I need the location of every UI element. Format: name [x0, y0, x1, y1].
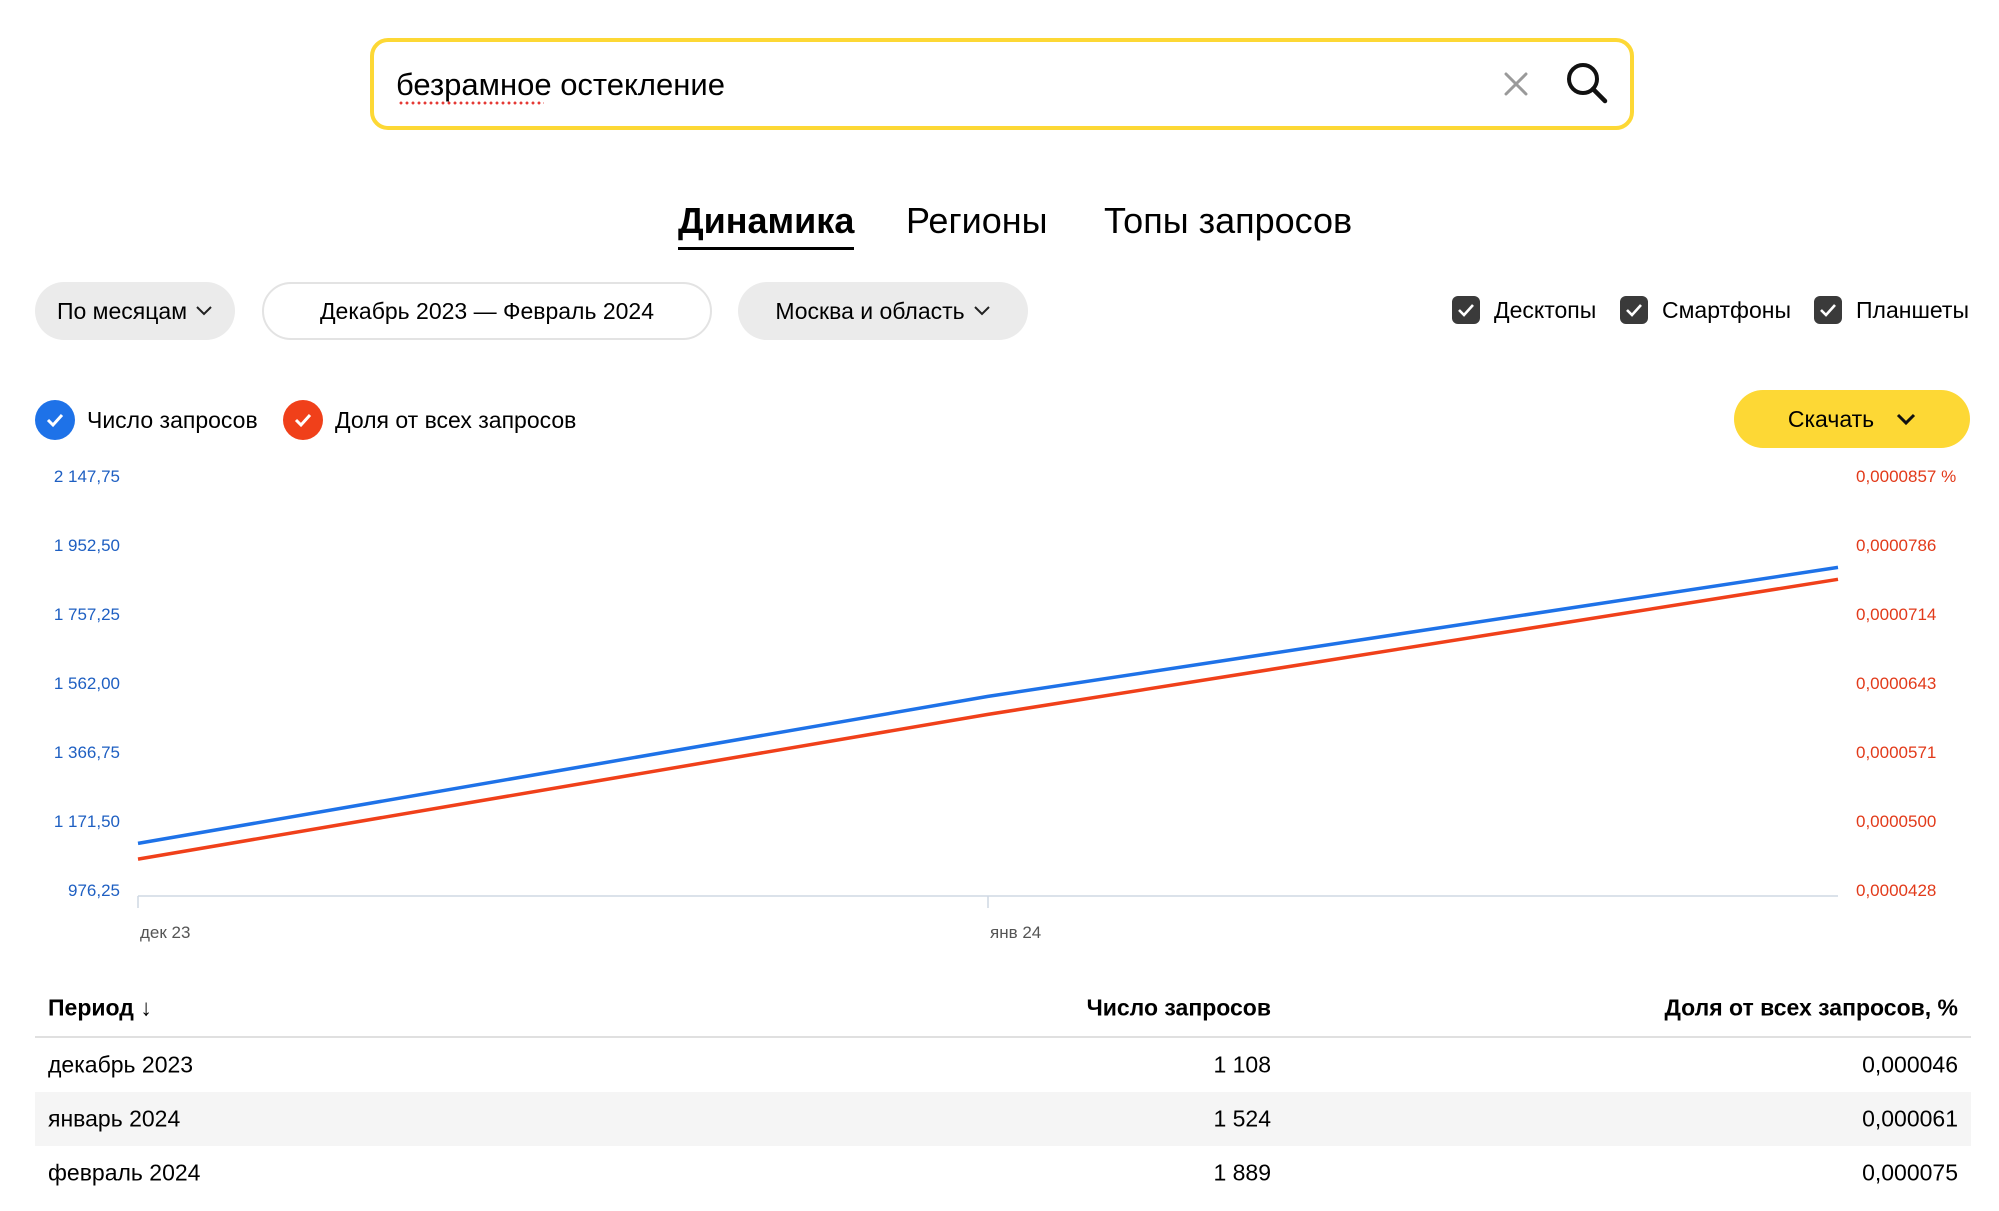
device-checkbox-smartphone[interactable]: Смартфоны — [1620, 296, 1791, 324]
cell-period: январь 2024 — [48, 1105, 181, 1132]
legend-share-toggle[interactable]: Доля от всех запросов — [283, 400, 576, 440]
y-left-tick-label: 1 366,75 — [54, 743, 120, 762]
device-checkbox-desktop[interactable]: Десктопы — [1452, 296, 1596, 324]
device-label: Смартфоны — [1662, 296, 1791, 323]
region-label: Москва и область — [775, 297, 965, 324]
cell-period: декабрь 2023 — [48, 1051, 194, 1078]
region-dropdown[interactable]: Москва и область — [738, 282, 1028, 340]
y-left-tick-label: 976,25 — [68, 881, 120, 900]
checkbox-checked-icon — [1814, 296, 1842, 324]
download-button[interactable]: Скачать — [1734, 390, 1970, 448]
y-right-tick-label: 0,0000786 — [1856, 536, 1936, 555]
search-input[interactable] — [396, 64, 1456, 106]
header-period[interactable]: Период ↓ — [48, 995, 152, 1022]
y-left-tick-label: 1 171,50 — [54, 812, 120, 831]
series-line-share — [137, 577, 1839, 861]
y-left-tick-label: 2 147,75 — [54, 467, 120, 486]
tab-top-queries[interactable]: Топы запросов — [1104, 200, 1352, 242]
grouping-dropdown[interactable]: По месяцам — [35, 282, 235, 340]
series-line-queries — [137, 565, 1839, 846]
cell-share: 0,000061 — [1862, 1105, 1958, 1132]
chevron-down-icon — [196, 306, 212, 316]
grouping-label: По месяцам — [56, 297, 188, 324]
tab-regions[interactable]: Регионы — [906, 200, 1047, 242]
checkbox-checked-icon — [1620, 296, 1648, 324]
check-circle-icon — [283, 400, 323, 440]
search-icon[interactable] — [1562, 58, 1612, 108]
y-right-tick-label: 0,0000500 — [1856, 812, 1936, 831]
table-row: февраль 2024 1 889 0,000075 — [35, 1146, 1971, 1200]
table-row: декабрь 2023 1 108 0,000046 — [35, 1038, 1971, 1092]
cell-share: 0,000046 — [1862, 1051, 1958, 1078]
check-circle-icon — [35, 400, 75, 440]
table-header: Период ↓ Число запросов Доля от всех зап… — [35, 980, 1971, 1038]
y-left-tick-label: 1 952,50 — [54, 536, 120, 555]
search-bar — [370, 38, 1634, 130]
tab-top-queries-label: Топы запросов — [1104, 200, 1353, 241]
x-tick-label: янв 24 — [990, 923, 1041, 942]
tab-dynamics-label: Динамика — [678, 200, 855, 241]
y-right-tick-label: 0,0000857 % — [1856, 467, 1956, 486]
download-label: Скачать — [1787, 405, 1875, 432]
x-tick-label: дек 23 — [140, 923, 190, 942]
y-left-tick-label: 1 757,25 — [54, 605, 120, 624]
header-share[interactable]: Доля от всех запросов, % — [1664, 995, 1958, 1022]
active-tab-underline — [678, 247, 855, 250]
cell-period: февраль 2024 — [48, 1159, 201, 1186]
y-right-tick-label: 0,0000643 — [1856, 674, 1936, 693]
header-queries[interactable]: Число запросов — [1087, 995, 1271, 1022]
line-chart: 2 147,75 1 952,50 1 757,25 1 562,00 1 366,75… — [54, 467, 1956, 942]
device-checkbox-tablet[interactable]: Планшеты — [1814, 296, 1969, 324]
device-label: Десктопы — [1494, 296, 1597, 323]
data-table: Период ↓ Число запросов Доля от всех зап… — [35, 980, 1971, 1200]
date-range-picker[interactable]: Декабрь 2023 — Февраль 2024 — [262, 282, 712, 340]
y-right-tick-label: 0,0000714 — [1856, 605, 1936, 624]
date-range-label: Декабрь 2023 — Февраль 2024 — [319, 297, 655, 324]
close-icon[interactable] — [1494, 62, 1538, 106]
y-right-tick-label: 0,0000571 — [1856, 743, 1936, 762]
checkbox-checked-icon — [1452, 296, 1480, 324]
legend-label: Доля от всех запросов — [335, 406, 577, 433]
cell-queries: 1 524 — [1213, 1105, 1271, 1132]
chevron-down-icon — [1897, 413, 1916, 426]
tab-dynamics[interactable]: Динамика — [678, 200, 855, 250]
chevron-down-icon — [973, 306, 990, 316]
legend-queries-toggle[interactable]: Число запросов — [35, 400, 258, 440]
device-label: Планшеты — [1856, 296, 1969, 323]
cell-queries: 1 108 — [1213, 1051, 1271, 1078]
spellcheck-underline — [398, 100, 544, 106]
cell-share: 0,000075 — [1862, 1159, 1958, 1186]
legend-label: Число запросов — [87, 406, 258, 433]
tab-regions-label: Регионы — [906, 200, 1048, 241]
cell-queries: 1 889 — [1213, 1159, 1271, 1186]
y-left-tick-label: 1 562,00 — [54, 674, 120, 693]
y-right-tick-label: 0,0000428 — [1856, 881, 1936, 900]
table-row: январь 2024 1 524 0,000061 — [35, 1092, 1971, 1146]
